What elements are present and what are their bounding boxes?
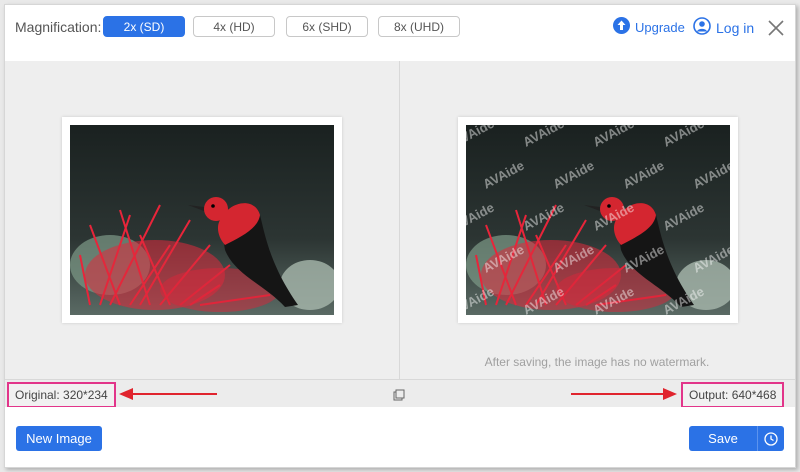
original-image: [70, 125, 334, 315]
magnification-label: Magnification:: [15, 19, 102, 35]
preview-area: AVAide AVAide AVAide AVAide AVAide AVAide AVAi…: [5, 61, 795, 379]
original-size-label: Original: 320*234: [7, 382, 116, 408]
mag-option-2x[interactable]: 2x (SD): [103, 16, 185, 37]
output-size-label: Output: 640*468: [681, 382, 785, 408]
upgrade-icon: [613, 17, 630, 37]
user-icon: [693, 17, 711, 38]
right-arrow-icon: [571, 388, 677, 400]
clock-icon: [764, 431, 778, 446]
upgrade-button[interactable]: Upgrade: [613, 17, 685, 37]
compare-icon[interactable]: [393, 388, 405, 406]
output-image-frame: AVAide AVAide AVAide AVAide AVAide AVAide AVAi…: [458, 117, 738, 323]
output-image: AVAide AVAide AVAideAVAide AVAide AVAide AVAi…: [466, 125, 730, 315]
history-button[interactable]: [757, 426, 784, 451]
mag-option-4x[interactable]: 4x (HD): [193, 16, 275, 37]
save-button[interactable]: Save: [689, 426, 757, 451]
preview-divider: [399, 61, 400, 379]
enhancer-window: Magnification: 2x (SD) 4x (HD) 6x (SHD) …: [4, 4, 796, 468]
mag-option-8x[interactable]: 8x (UHD): [378, 16, 460, 37]
upgrade-label: Upgrade: [635, 19, 685, 35]
login-button[interactable]: Log in: [693, 17, 754, 38]
bottom-bar: New Image Save: [5, 407, 795, 467]
close-icon[interactable]: [767, 19, 785, 37]
top-bar: Magnification: 2x (SD) 4x (HD) 6x (SHD) …: [5, 5, 795, 61]
left-arrow-icon: [119, 388, 217, 400]
no-watermark-note: After saving, the image has no watermark…: [484, 355, 710, 369]
new-image-button[interactable]: New Image: [16, 426, 102, 451]
original-image-frame: [62, 117, 342, 323]
mag-option-6x[interactable]: 6x (SHD): [286, 16, 368, 37]
info-bar: Original: 320*234 Output: 640*468: [5, 379, 795, 408]
login-label: Log in: [716, 19, 755, 36]
